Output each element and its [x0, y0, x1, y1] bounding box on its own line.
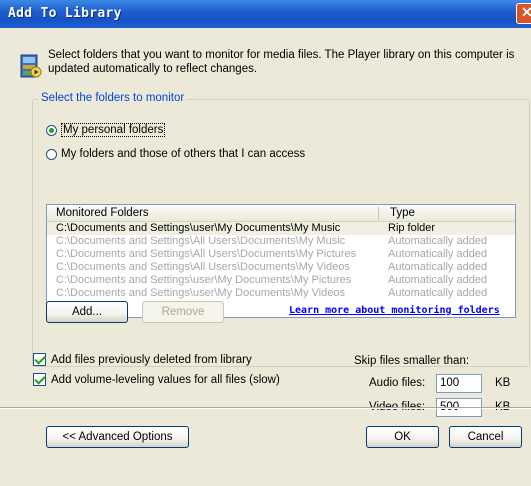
folder-type: Automatically added: [388, 261, 488, 273]
groupbox-legend: Select the folders to monitor: [38, 92, 188, 104]
checkbox-checked[interactable]: [33, 373, 46, 386]
column-header-folders[interactable]: Monitored Folders: [56, 207, 149, 219]
folder-path: C:\Documents and Settings\user\My Docume…: [56, 287, 345, 299]
option-add-leveling[interactable]: Add volume-leveling values for all files…: [33, 373, 280, 386]
radio-button-checked[interactable]: [46, 124, 57, 136]
media-library-icon: [20, 54, 42, 78]
intro-text: Select folders that you want to monitor …: [48, 49, 515, 75]
dialog-body: Select folders that you want to monitor …: [0, 28, 531, 486]
title-bar: Add To Library ✕: [0, 0, 531, 28]
separator-line: [0, 407, 531, 409]
radio-button-unchecked[interactable]: [46, 148, 57, 160]
audio-unit-label: KB: [495, 377, 511, 389]
add-folder-button[interactable]: Add...: [46, 301, 128, 323]
folder-type: Automatically added: [388, 235, 488, 247]
folder-type: Automatically added: [388, 248, 488, 260]
window-title: Add To Library: [8, 6, 122, 21]
radio-personal-folders[interactable]: My personal folders: [46, 123, 166, 137]
list-item[interactable]: C:\Documents and Settings\All Users\Docu…: [47, 248, 515, 261]
option-add-deleted-label: Add files previously deleted from librar…: [51, 353, 252, 366]
list-header: Monitored Folders Type: [47, 205, 515, 222]
list-item[interactable]: C:\Documents and Settings\user\My Docume…: [47, 287, 515, 300]
folder-path: C:\Documents and Settings\user\My Docume…: [56, 222, 341, 234]
folder-path: C:\Documents and Settings\All Users\Docu…: [56, 248, 357, 260]
remove-folder-button[interactable]: Remove: [142, 301, 224, 323]
option-add-leveling-label: Add volume-leveling values for all files…: [51, 373, 280, 386]
folder-type: Automatically added: [388, 274, 488, 286]
close-button[interactable]: ✕: [516, 3, 531, 24]
folder-type: Rip folder: [388, 222, 436, 234]
folder-path: C:\Documents and Settings\user\My Docume…: [56, 274, 352, 286]
list-item[interactable]: C:\Documents and Settings\user\My Docume…: [47, 222, 515, 235]
cancel-button[interactable]: Cancel: [449, 426, 522, 448]
advanced-options-button[interactable]: << Advanced Options: [46, 426, 189, 448]
skip-files-title: Skip files smaller than:: [354, 355, 470, 367]
column-header-type[interactable]: Type: [390, 207, 415, 219]
list-item[interactable]: C:\Documents and Settings\All Users\Docu…: [47, 235, 515, 248]
radio-personal-label: My personal folders: [61, 123, 166, 137]
learn-more-link[interactable]: Learn more about monitoring folders: [289, 305, 500, 316]
audio-size-input[interactable]: 100: [436, 374, 482, 393]
audio-files-label: Audio files:: [369, 377, 426, 389]
option-add-deleted[interactable]: Add files previously deleted from librar…: [33, 353, 252, 366]
list-item[interactable]: C:\Documents and Settings\user\My Docume…: [47, 274, 515, 287]
checkbox-checked[interactable]: [33, 353, 46, 366]
list-item[interactable]: C:\Documents and Settings\All Users\Docu…: [47, 261, 515, 274]
column-divider[interactable]: [378, 207, 379, 220]
close-icon: ✕: [521, 4, 531, 20]
ok-button[interactable]: OK: [366, 426, 439, 448]
folder-path: C:\Documents and Settings\All Users\Docu…: [56, 261, 350, 273]
folder-type: Automatically added: [388, 287, 488, 299]
folder-path: C:\Documents and Settings\All Users\Docu…: [56, 235, 346, 247]
radio-all-folders[interactable]: My folders and those of others that I ca…: [46, 148, 305, 160]
radio-all-label: My folders and those of others that I ca…: [61, 148, 306, 160]
